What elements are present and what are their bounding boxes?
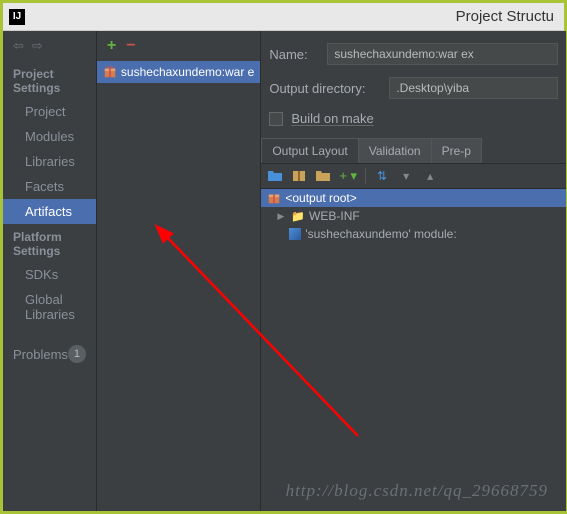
- output-dir-label: Output directory:: [269, 81, 379, 96]
- window-title: Project Structu: [33, 8, 558, 25]
- forward-icon[interactable]: ⇨: [32, 38, 43, 54]
- platform-settings-heading: Platform Settings: [3, 224, 96, 262]
- sidebar-toolbar: ⇦ ⇨: [3, 31, 96, 61]
- tree-module-label: 'sushechaxundemo' module:: [305, 227, 456, 241]
- build-on-make-checkbox[interactable]: [269, 112, 283, 126]
- back-icon[interactable]: ⇦: [13, 38, 24, 54]
- artifacts-toolbar: + −: [97, 31, 260, 61]
- tab-pre-processing[interactable]: Pre-p: [431, 138, 482, 163]
- expand-icon[interactable]: ▾: [398, 168, 414, 184]
- sort-icon[interactable]: ⇅: [374, 168, 390, 184]
- detail-tabs: Output Layout Validation Pre-p: [261, 138, 566, 164]
- sidebar-item-artifacts[interactable]: Artifacts: [3, 199, 96, 224]
- layout-toolbar: + ▾ ⇅ ▾ ▴: [261, 164, 566, 189]
- archive-icon[interactable]: [291, 168, 307, 184]
- artifact-detail-panel: Name: Output directory: Build on make Ou…: [261, 31, 566, 511]
- expand-arrow-icon[interactable]: ▶: [277, 211, 287, 222]
- sidebar-item-global-libraries[interactable]: Global Libraries: [3, 287, 96, 327]
- title-bar: IJ Project Structu: [3, 3, 564, 31]
- artifact-icon: [103, 65, 117, 79]
- add-artifact-icon[interactable]: +: [107, 37, 116, 55]
- tree-webinf[interactable]: ▶ 📁 WEB-INF: [261, 207, 566, 225]
- collapse-icon[interactable]: ▴: [422, 168, 438, 184]
- output-tree: <output root> ▶ 📁 WEB-INF 'sushechaxunde…: [261, 189, 566, 243]
- sidebar: ⇦ ⇨ Project Settings Project Modules Lib…: [3, 31, 97, 511]
- tree-root-label: <output root>: [285, 191, 356, 205]
- name-input[interactable]: [327, 43, 558, 65]
- app-icon: IJ: [9, 9, 25, 25]
- artifact-icon: [267, 191, 281, 205]
- output-dir-input[interactable]: [389, 77, 558, 99]
- add-content-icon[interactable]: + ▾: [339, 168, 357, 184]
- sidebar-item-project[interactable]: Project: [3, 99, 96, 124]
- module-icon: [289, 228, 301, 240]
- folder-icon[interactable]: [267, 168, 283, 184]
- tab-output-layout[interactable]: Output Layout: [261, 138, 358, 163]
- directory-icon[interactable]: [315, 168, 331, 184]
- problems-count-badge: 1: [68, 345, 86, 363]
- problems-label: Problems: [13, 347, 68, 362]
- tree-module[interactable]: 'sushechaxundemo' module:: [261, 225, 566, 243]
- folder-icon: 📁: [291, 210, 305, 223]
- build-on-make-label: Build on make: [291, 111, 373, 126]
- sidebar-item-facets[interactable]: Facets: [3, 174, 96, 199]
- toolbar-sep: [365, 168, 366, 184]
- artifact-item-label: sushechaxundemo:war e: [121, 65, 254, 79]
- project-settings-heading: Project Settings: [3, 61, 96, 99]
- sidebar-item-problems[interactable]: Problems 1: [3, 339, 96, 369]
- sidebar-item-modules[interactable]: Modules: [3, 124, 96, 149]
- artifacts-list-panel: + − sushechaxundemo:war e: [97, 31, 261, 511]
- name-label: Name:: [269, 47, 317, 62]
- sidebar-item-sdks[interactable]: SDKs: [3, 262, 96, 287]
- tree-webinf-label: WEB-INF: [309, 209, 360, 223]
- tab-validation[interactable]: Validation: [358, 138, 432, 163]
- tree-root[interactable]: <output root>: [261, 189, 566, 207]
- sidebar-item-libraries[interactable]: Libraries: [3, 149, 96, 174]
- artifact-list-item[interactable]: sushechaxundemo:war e: [97, 61, 260, 83]
- remove-artifact-icon[interactable]: −: [126, 37, 135, 55]
